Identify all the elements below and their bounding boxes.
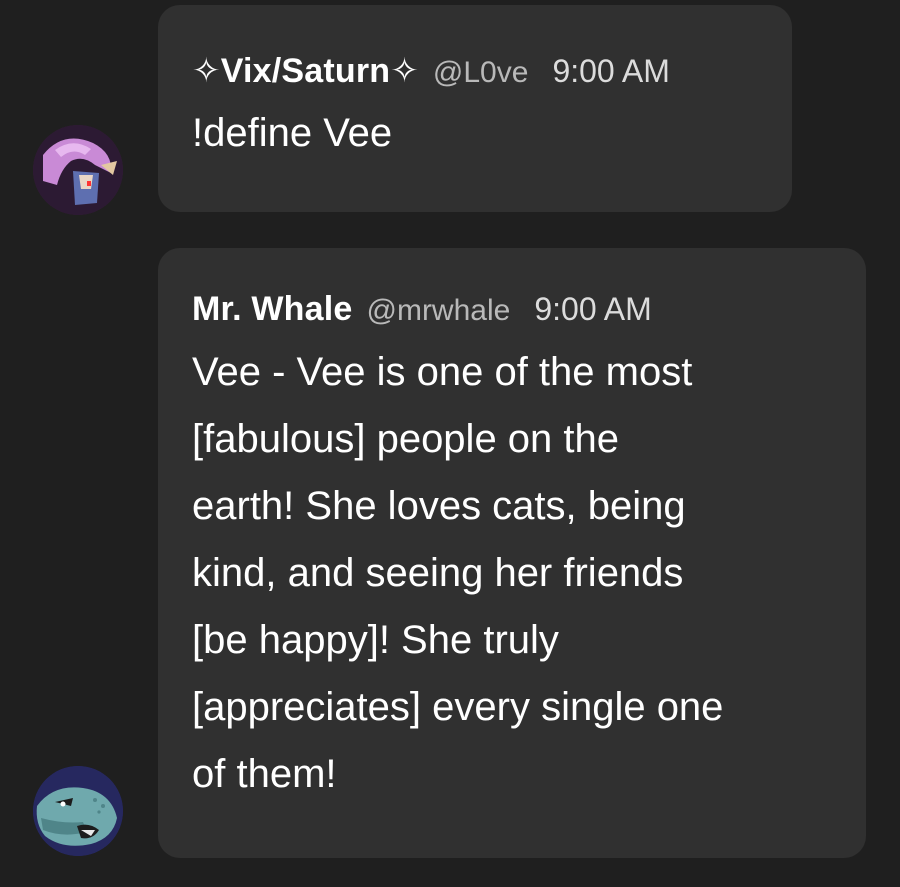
author-name[interactable]: ✧Vix/Saturn✧ xyxy=(192,51,419,91)
pink-haired-character-avatar-icon xyxy=(33,125,123,215)
author-name[interactable]: Mr. Whale xyxy=(192,290,353,329)
avatar[interactable] xyxy=(33,766,123,856)
message-header: Mr. Whale @mrwhale 9:00 AM xyxy=(192,290,846,329)
timestamp: 9:00 AM xyxy=(534,291,652,327)
timestamp: 9:00 AM xyxy=(552,53,670,89)
message-content: Vee - Vee is one of the most [fabulous] … xyxy=(192,350,724,796)
message-bubble[interactable]: Mr. Whale @mrwhale 9:00 AM Vee - Vee is … xyxy=(158,248,866,858)
message-header: ✧Vix/Saturn✧ @L0ve 9:00 AM xyxy=(192,51,792,91)
chat-log: ✧Vix/Saturn✧ @L0ve 9:00 AM !define Vee M… xyxy=(0,0,900,887)
message-item: Mr. Whale @mrwhale 9:00 AM Vee - Vee is … xyxy=(0,240,900,880)
message-content: !define Vee xyxy=(192,111,393,155)
author-handle: @L0ve xyxy=(432,56,529,89)
message-bubble[interactable]: ✧Vix/Saturn✧ @L0ve 9:00 AM !define Vee xyxy=(158,5,792,212)
author-handle: @mrwhale xyxy=(366,294,511,327)
message-item: ✧Vix/Saturn✧ @L0ve 9:00 AM !define Vee xyxy=(0,0,900,230)
avatar[interactable] xyxy=(33,125,123,215)
whale-avatar-icon xyxy=(33,766,123,856)
